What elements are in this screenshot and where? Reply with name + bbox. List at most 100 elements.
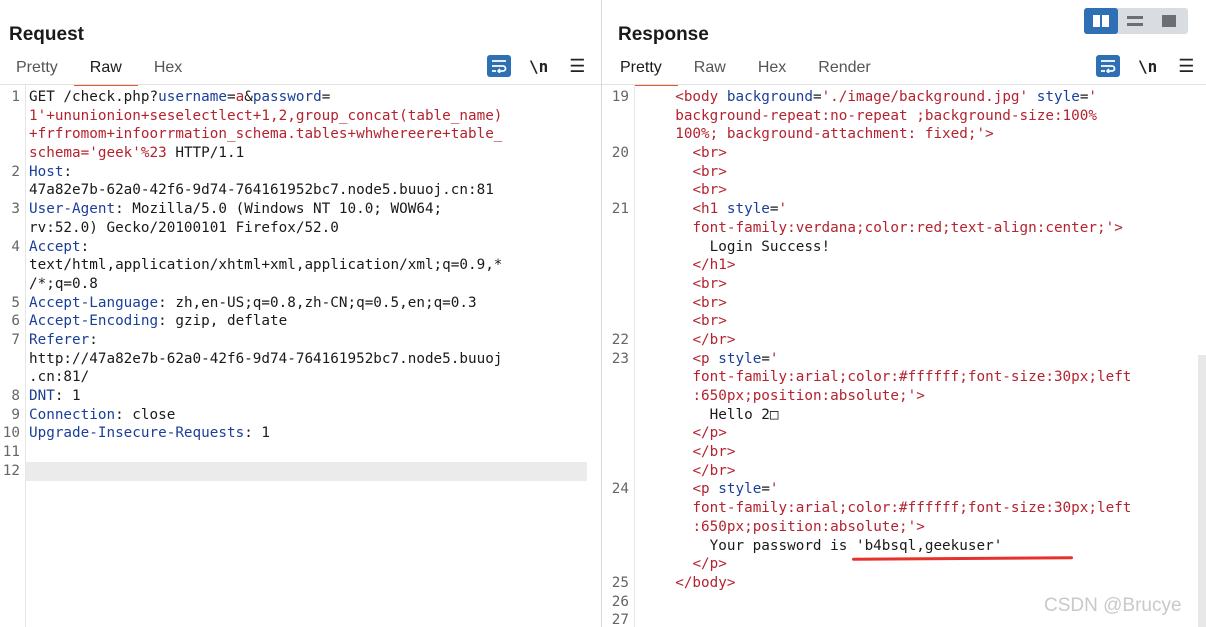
code-text: GET /check.php?username=a&password= [29,88,330,107]
line-number: 12 [2,462,20,479]
vertical-scrollbar[interactable] [1198,355,1206,627]
request-panel: Request Pretty Raw Hex \n ☰ 1 GET /check.… [0,0,602,627]
code-token: http://47a82e7b-62a0-42f6-9d74-764161952… [29,350,503,367]
request-title: Request [9,24,84,45]
wrap-lines-icon[interactable] [1096,55,1120,77]
code-line: 47a82e7b-62a0-42f6-9d74-764161952bc7.nod… [0,181,590,200]
code-token: username [158,89,227,105]
code-token: style [718,350,762,367]
code-line: </br> [602,462,1192,481]
code-line: 8 DNT: 1 [0,387,590,406]
code-text: Host: [29,163,72,182]
code-text: <body background='./image/background.jpg… [658,88,1097,107]
line-number: 27 [611,612,629,627]
code-line: 5 Accept-Language: zh,en-US;q=0.8,zh-CN;q… [0,294,590,313]
code-line: schema='geek'%23 HTTP/1.1 [0,144,590,163]
code-line: Hello 2□ [602,406,1192,425]
code-token: User-Agent [29,201,116,218]
code-line: Your password is 'b4bsql,geekuser' [602,537,1192,556]
single-pane-icon[interactable] [1152,8,1186,34]
menu-icon[interactable]: ☰ [1178,57,1194,75]
code-text: <br> [658,144,727,163]
code-text: .cn:81/ [29,368,89,387]
code-token: : zh,en-US;q=0.8,zh-CN;q=0.5,en;q=0.3 [158,294,477,311]
response-editor[interactable]: 19 <body background='./image/background.… [602,88,1192,627]
line-number: 23 [611,350,629,367]
code-token: Accept-Encoding [29,313,159,330]
code-token: Host [29,163,64,180]
code-text: font-family:verdana;color:red;text-align… [658,219,1122,238]
code-text: text/html,application/xhtml+xml,applicat… [29,256,502,275]
code-line: /*;q=0.8 [0,275,590,294]
code-line: background-repeat:no-repeat ;background-… [602,107,1192,126]
code-text: Accept-Encoding: gzip, deflate [29,312,287,331]
code-line: 7 Referer: [0,331,590,350]
tab-raw[interactable]: Raw [678,57,742,83]
code-text: <br> [658,294,727,313]
code-token: rv:52.0) Gecko/20100101 Firefox/52.0 [29,219,339,236]
request-editor[interactable]: 1 GET /check.php?username=a&password= 1'+u… [0,88,590,480]
wrap-lines-icon[interactable] [487,55,511,77]
line-number: 9 [11,406,20,423]
code-token: background [726,89,813,105]
code-line: 24 <p style=' [602,480,1192,499]
code-line: 20 <br> [602,144,1192,163]
code-token: style [1036,89,1080,105]
code-token: <br> [692,275,727,292]
split-vertical-icon[interactable] [1118,8,1152,34]
code-token: :650px;position:absolute;' [692,388,917,404]
menu-icon[interactable]: ☰ [569,57,585,75]
line-number: 5 [11,294,20,311]
code-text: Accept-Language: zh,en-US;q=0.8,zh-CN;q=… [29,294,477,313]
code-token: a [235,89,245,105]
code-token: <br> [692,294,727,311]
code-token: .cn:81/ [29,369,90,386]
divider [602,84,1206,85]
code-token: = [761,481,770,498]
code-line: 1 GET /check.php?username=a&password= [0,88,590,107]
tab-raw[interactable]: Raw [73,57,138,86]
code-line: .cn:81/ [0,368,590,387]
code-line: 11 [0,443,590,462]
code-token: +frfromom+infoorrmation_schema.tables+wh… [29,126,503,143]
code-token: = [761,350,770,367]
code-token: </br> [692,444,736,461]
code-token: <p [692,350,710,367]
line-number: 22 [611,331,629,348]
tab-pretty[interactable]: Pretty [604,57,678,86]
show-newlines-button[interactable]: \n [1138,57,1157,76]
code-token: > [916,388,925,404]
code-token: <br> [692,145,727,162]
code-token: = [812,89,822,105]
code-token: : close [115,406,176,423]
code-token: : 1 [54,388,81,404]
code-line: font-family:verdana;color:red;text-align… [602,219,1192,238]
tab-hex[interactable]: Hex [742,57,802,83]
code-text: rv:52.0) Gecko/20100101 Firefox/52.0 [29,219,339,238]
request-tabs: Pretty Raw Hex [0,57,198,86]
split-horizontal-icon[interactable] [1084,8,1118,34]
code-token: = [321,89,331,105]
code-text: 47a82e7b-62a0-42f6-9d74-764161952bc7.nod… [29,181,494,200]
code-line: font-family:arial;color:#ffffff;font-siz… [602,499,1192,518]
line-number: 11 [2,444,20,461]
code-token: </br> [692,462,736,479]
tab-hex[interactable]: Hex [138,57,198,83]
code-token: = [227,89,236,105]
tab-render[interactable]: Render [802,57,886,83]
show-newlines-button[interactable]: \n [529,57,548,76]
code-text: <br> [658,163,726,182]
tab-pretty[interactable]: Pretty [0,57,74,83]
code-token: </body> [675,574,736,591]
code-line: 6 Accept-Encoding: gzip, deflate [0,312,590,331]
code-token: font-family:arial;color:#ffffff;font-siz… [692,500,1132,517]
code-token: ' [778,201,788,218]
